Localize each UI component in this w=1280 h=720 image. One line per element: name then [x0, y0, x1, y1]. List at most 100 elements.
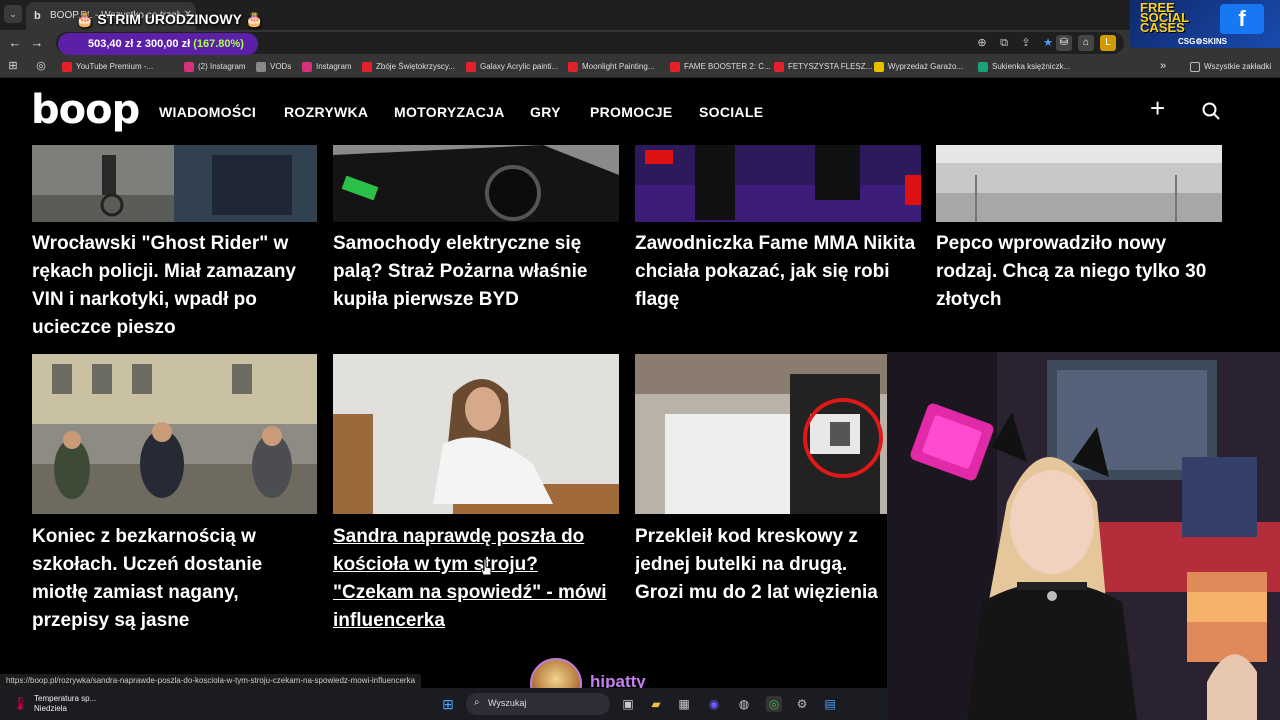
article-image-barcode	[635, 354, 887, 514]
tab-search-button[interactable]: ⌄	[4, 5, 22, 23]
notepad-icon[interactable]: ▤	[822, 696, 838, 712]
extension-icon[interactable]: ⌂	[1078, 35, 1094, 51]
nav-sociale[interactable]: SOCIALE	[699, 104, 763, 120]
calendar-app-icon[interactable]: ▦	[676, 696, 692, 712]
bookmark-favicon-icon	[256, 62, 266, 72]
all-bookmarks-folder[interactable]: Wszystkie zakładki	[1190, 60, 1271, 74]
article-thumbnail[interactable]	[32, 354, 317, 514]
bookmark-item[interactable]: FAME BOOSTER 2: C...	[670, 60, 771, 74]
settings-gear-icon[interactable]: ⚙	[794, 696, 810, 712]
bookmark-favicon-icon	[874, 62, 884, 72]
plus-icon[interactable]: +	[1150, 93, 1165, 124]
bookmark-item[interactable]: Sukienka księżniczk...	[978, 60, 1070, 74]
webcam-overlay	[887, 352, 1280, 720]
bookmark-item[interactable]: Galaxy Acrylic painti...	[466, 60, 558, 74]
more-bookmarks-icon[interactable]: »	[1154, 57, 1172, 75]
bookmark-item[interactable]: Moonlight Painting...	[568, 60, 655, 74]
ad-brand: CSG⚙SKINS	[1178, 37, 1227, 46]
bookmark-label: YouTube Premium -...	[76, 62, 154, 71]
article-thumbnail[interactable]	[936, 145, 1222, 222]
article-thumbnail[interactable]	[32, 145, 317, 222]
bookmark-label: Instagram	[316, 62, 352, 71]
status-bar-url: https://boop.pl/rozrywka/sandra-naprawde…	[0, 674, 422, 688]
article-thumbnail[interactable]	[333, 145, 619, 222]
article-headline[interactable]: Samochody elektryczne się palą? Straż Po…	[333, 230, 619, 314]
bookmark-label: Wyprzedaż Garażo...	[888, 62, 964, 71]
discord-icon[interactable]: ◍	[736, 696, 752, 712]
bookmark-item[interactable]: YouTube Premium -...	[62, 60, 153, 74]
article-image-ghost-rider	[32, 145, 317, 222]
browser-tab-bar: ⌄ b BOOP.PL - Wszystko co trzeba ✕ 🎂 STR…	[0, 0, 1280, 30]
bookmark-star-icon[interactable]: ★	[1040, 35, 1056, 51]
article-image-byd-car	[333, 145, 619, 222]
spacer	[0, 30, 1, 31]
donation-amount: 503,40 zł z 300,00 zł	[88, 38, 191, 50]
site-header: boop WIADOMOŚCI ROZRYWKA MOTORYZACJA GRY…	[0, 79, 1280, 145]
share-icon[interactable]: ⇪	[1018, 35, 1034, 51]
weather-temperature: Temperatura sp...	[34, 694, 97, 703]
all-bookmarks-label: Wszystkie zakładki	[1204, 62, 1272, 71]
article-image-fame-mma	[635, 145, 921, 222]
bookmark-label: VODs	[270, 62, 292, 71]
hand-cursor-icon	[480, 559, 492, 576]
article-headline-hovered[interactable]: Sandra naprawdę poszła do kościoła w tym…	[333, 523, 619, 635]
weather-widget[interactable]: Temperatura sp... Niedziela	[34, 694, 96, 714]
file-explorer-icon[interactable]: ▰	[648, 696, 664, 712]
chrome-taskbar-icon[interactable]: ◎	[766, 696, 782, 712]
nav-gry[interactable]: GRY	[530, 104, 561, 120]
bookmark-favicon-icon	[184, 62, 194, 72]
article-thumbnail[interactable]	[635, 145, 921, 222]
taskbar-search[interactable]: ⌕ Wyszukaj	[466, 693, 610, 715]
bookmark-label: Zbóje Świętokrzyscy...	[376, 62, 455, 71]
webcam-streamer-image	[887, 352, 1280, 720]
folder-icon	[1190, 62, 1200, 72]
extension-icon[interactable]: ⛁	[1056, 35, 1072, 51]
bookmark-item[interactable]: Instagram	[302, 60, 352, 74]
bookmark-item[interactable]: (2) Instagram	[184, 60, 246, 74]
nav-motoryzacja[interactable]: MOTORYZACJA	[394, 104, 505, 120]
article-image-sandra	[333, 354, 619, 514]
bookmark-favicon-icon	[362, 62, 372, 72]
windows-start-icon[interactable]: ⊞	[440, 696, 456, 712]
obs-icon[interactable]: ◉	[706, 696, 722, 712]
zoom-icon[interactable]: ⊕	[974, 35, 990, 51]
bookmark-label: FETYSZYSTA FLESZ...	[788, 62, 873, 71]
bookmark-item[interactable]: Wyprzedaż Garażo...	[874, 60, 963, 74]
apps-grid-icon[interactable]: ⊞	[4, 57, 22, 75]
bookmark-label: FAME BOOSTER 2: C...	[684, 62, 771, 71]
boop-favicon-icon: b	[34, 10, 41, 22]
article-headline[interactable]: Przekleił kod kreskowy z jednej butelki …	[635, 523, 887, 607]
bookmark-label: (2) Instagram	[198, 62, 246, 71]
article-headline[interactable]: Zawodniczka Fame MMA Nikita chciała poka…	[635, 230, 921, 314]
csgo-skins-ad[interactable]: FREE SOCIAL CASES f CSG⚙SKINS	[1130, 0, 1280, 48]
install-app-icon[interactable]: ⧉	[996, 35, 1012, 51]
bookmark-label: Moonlight Painting...	[582, 62, 655, 71]
bookmark-item[interactable]: Zbóje Świętokrzyscy...	[362, 60, 455, 74]
bookmarks-bar: ⊞ ◎ YouTube Premium -... (2) Instagram VOD…	[0, 56, 1280, 78]
nav-rozrywka[interactable]: ROZRYWKA	[284, 104, 368, 120]
bookmark-label: Sukienka księżniczk...	[992, 62, 1071, 71]
article-thumbnail[interactable]	[635, 354, 887, 514]
nav-promocje[interactable]: PROMOCJE	[590, 104, 673, 120]
task-view-icon[interactable]: ▣	[620, 696, 636, 712]
article-headline[interactable]: Pepco wprowadziło nowy rodzaj. Chcą za n…	[936, 230, 1222, 314]
ad-line-3: CASES	[1140, 20, 1185, 35]
bookmark-favicon-icon	[466, 62, 476, 72]
back-arrow-icon[interactable]: ←	[6, 34, 24, 52]
donation-percent: (167.80%)	[193, 38, 244, 50]
bookmark-favicon-icon	[62, 62, 72, 72]
article-headline[interactable]: Koniec z bezkarnością w szkołach. Uczeń …	[32, 523, 317, 635]
boop-logo[interactable]: boop	[31, 87, 140, 133]
bookmark-favicon-icon	[774, 62, 784, 72]
extension-icon[interactable]: L	[1100, 35, 1116, 51]
bookmark-item[interactable]: FETYSZYSTA FLESZ...	[774, 60, 872, 74]
taskbar-search-placeholder: Wyszukaj	[488, 698, 527, 708]
bookmark-item[interactable]: VODs	[256, 60, 291, 74]
bookmark-favicon-icon	[568, 62, 578, 72]
article-thumbnail[interactable]	[333, 354, 619, 514]
article-headline[interactable]: Wrocławski "Ghost Rider" w rękach policj…	[32, 230, 317, 342]
nav-wiadomosci[interactable]: WIADOMOŚCI	[159, 104, 256, 120]
chrome-icon[interactable]: ◎	[32, 57, 50, 75]
forward-arrow-icon[interactable]: →	[28, 34, 46, 52]
search-icon[interactable]	[1202, 102, 1220, 120]
